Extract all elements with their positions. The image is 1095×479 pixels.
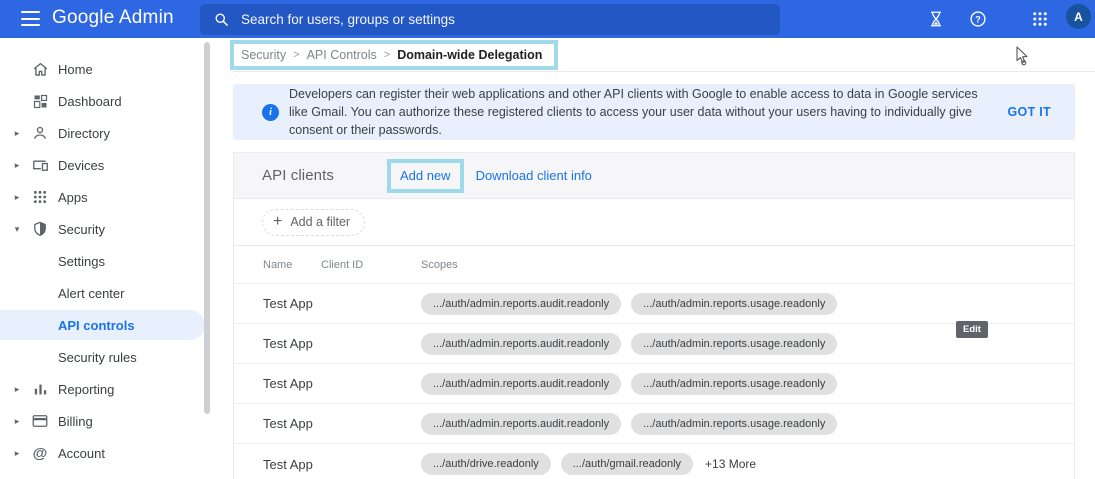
scope-chip: .../auth/admin.reports.usage.readonly bbox=[631, 293, 837, 315]
scope-chip: .../auth/admin.reports.audit.readonly bbox=[421, 413, 621, 435]
sidebar-item-directory[interactable]: Directory bbox=[0, 117, 233, 149]
download-client-info-button[interactable]: Download client info bbox=[476, 168, 592, 183]
menu-icon[interactable] bbox=[21, 11, 40, 26]
search-bar[interactable] bbox=[200, 4, 780, 35]
sidebar-item-dashboard[interactable]: Dashboard bbox=[0, 85, 233, 117]
got-it-button[interactable]: GOT IT bbox=[1008, 105, 1051, 119]
panel-title: API clients bbox=[262, 167, 334, 184]
chevron-right-icon bbox=[11, 128, 23, 139]
table-row[interactable]: Test App .../auth/admin.reports.audit.re… bbox=[234, 324, 1074, 364]
breadcrumb-api-controls[interactable]: API Controls bbox=[307, 48, 377, 62]
column-header-scopes: Scopes bbox=[421, 259, 1074, 271]
filter-bar: Add a filter bbox=[234, 199, 1074, 246]
table-row[interactable]: Test App .../auth/admin.reports.audit.re… bbox=[234, 284, 1074, 324]
breadcrumb-highlight: Security > API Controls > Domain-wide De… bbox=[230, 40, 558, 70]
breadcrumb-separator: > bbox=[293, 49, 299, 61]
chevron-right-icon bbox=[11, 384, 23, 395]
info-banner: i Developers can register their web appl… bbox=[233, 84, 1075, 140]
info-icon: i bbox=[262, 104, 279, 121]
credit-card-icon bbox=[30, 411, 50, 431]
client-name: Test App bbox=[263, 336, 321, 351]
client-name: Test App bbox=[263, 416, 321, 431]
home-icon bbox=[30, 59, 50, 79]
breadcrumb-current-page: Domain-wide Delegation bbox=[397, 48, 542, 62]
plus-icon bbox=[273, 213, 282, 231]
add-new-highlight: Add new bbox=[387, 159, 464, 193]
sidebar-item-billing[interactable]: Billing bbox=[0, 405, 233, 437]
sidebar-item-apps[interactable]: Apps bbox=[0, 181, 233, 213]
svg-text:?: ? bbox=[975, 14, 981, 24]
apps-icon bbox=[30, 187, 50, 207]
edit-tooltip[interactable]: Edit bbox=[956, 321, 988, 338]
client-name: Test App bbox=[263, 457, 321, 472]
shield-icon bbox=[30, 219, 50, 239]
client-name: Test App bbox=[263, 376, 321, 391]
account-avatar[interactable]: A bbox=[1066, 4, 1091, 29]
scope-chip: .../auth/gmail.readonly bbox=[561, 453, 693, 475]
top-app-bar: Google Admin ? A bbox=[0, 0, 1095, 38]
sidebar-item-devices[interactable]: Devices bbox=[0, 149, 233, 181]
add-new-button[interactable]: Add new bbox=[400, 168, 451, 183]
dashboard-icon bbox=[30, 91, 50, 111]
table-row[interactable]: Test App .../auth/drive.readonly .../aut… bbox=[234, 444, 1074, 479]
mouse-cursor bbox=[1014, 46, 1030, 66]
scope-chip: .../auth/admin.reports.audit.readonly bbox=[421, 333, 621, 355]
product-logo[interactable]: Google Admin bbox=[52, 7, 174, 29]
chevron-right-icon bbox=[11, 448, 23, 459]
banner-message: Developers can register their web applic… bbox=[289, 85, 995, 139]
sidebar-item-reporting[interactable]: Reporting bbox=[0, 373, 233, 405]
api-clients-panel: API clients Add new Download client info… bbox=[233, 152, 1075, 479]
panel-header: API clients Add new Download client info bbox=[234, 153, 1074, 199]
sidebar-scrollbar[interactable] bbox=[204, 42, 210, 414]
scope-chip: .../auth/admin.reports.usage.readonly bbox=[631, 333, 837, 355]
table-header-row: Name Client ID Scopes bbox=[234, 246, 1074, 284]
breadcrumb-bar: Security > API Controls > Domain-wide De… bbox=[233, 38, 1095, 72]
sidebar-nav: Home Dashboard Directory bbox=[0, 38, 233, 479]
sidebar-item-account[interactable]: Account bbox=[0, 437, 233, 469]
scope-chip: .../auth/admin.reports.usage.readonly bbox=[631, 373, 837, 395]
table-row[interactable]: Test App .../auth/admin.reports.audit.re… bbox=[234, 404, 1074, 444]
person-icon bbox=[30, 123, 50, 143]
main-content: Security > API Controls > Domain-wide De… bbox=[233, 38, 1095, 479]
sidebar-item-security-settings[interactable]: Settings bbox=[0, 245, 233, 277]
column-header-name: Name bbox=[263, 259, 321, 271]
sidebar-item-security-rules[interactable]: Security rules bbox=[0, 341, 233, 373]
scope-chip: .../auth/admin.reports.usage.readonly bbox=[631, 413, 837, 435]
table-row[interactable]: Test App .../auth/admin.reports.audit.re… bbox=[234, 364, 1074, 404]
devices-icon bbox=[30, 155, 50, 175]
add-filter-button[interactable]: Add a filter bbox=[262, 209, 365, 236]
scope-chip: .../auth/admin.reports.audit.readonly bbox=[421, 373, 621, 395]
sidebar-item-alert-center[interactable]: Alert center bbox=[0, 277, 233, 309]
scope-chip: .../auth/drive.readonly bbox=[421, 453, 551, 475]
chevron-right-icon bbox=[11, 160, 23, 171]
breadcrumb-separator: > bbox=[384, 49, 390, 61]
apps-grid-icon[interactable] bbox=[1031, 10, 1049, 28]
at-sign-icon bbox=[30, 443, 50, 463]
scope-chip: .../auth/admin.reports.audit.readonly bbox=[421, 293, 621, 315]
help-icon[interactable]: ? bbox=[969, 10, 987, 28]
chevron-down-icon bbox=[11, 224, 23, 235]
sidebar-item-home[interactable]: Home bbox=[0, 53, 233, 85]
more-scopes-link[interactable]: +13 More bbox=[705, 457, 756, 471]
breadcrumb-security[interactable]: Security bbox=[241, 48, 286, 62]
search-input[interactable] bbox=[241, 12, 721, 27]
pending-tasks-icon[interactable] bbox=[927, 10, 945, 28]
bar-chart-icon bbox=[30, 379, 50, 399]
chevron-right-icon bbox=[11, 416, 23, 427]
sidebar-item-security[interactable]: Security bbox=[0, 213, 233, 245]
google-admin-console: Google Admin ? A bbox=[0, 0, 1095, 479]
chevron-right-icon bbox=[11, 192, 23, 203]
column-header-client-id: Client ID bbox=[321, 259, 421, 271]
sidebar-item-api-controls[interactable]: API controls bbox=[0, 309, 233, 341]
client-name: Test App bbox=[263, 296, 321, 311]
search-icon bbox=[214, 12, 229, 27]
